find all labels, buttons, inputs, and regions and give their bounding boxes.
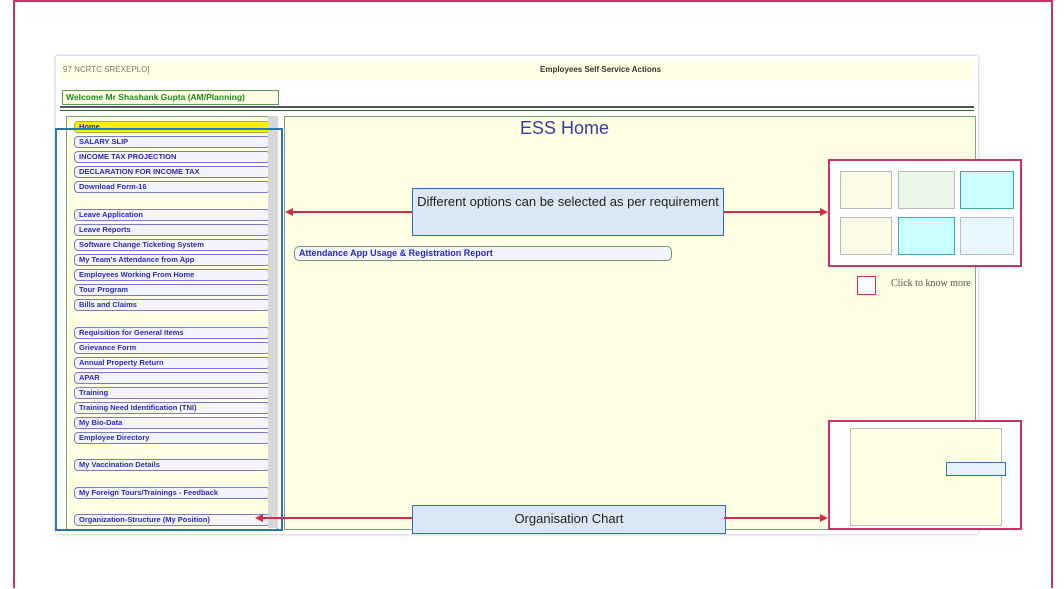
page-title: ESS Home	[520, 118, 610, 138]
click-to-know-more-label[interactable]: Click to know more	[891, 278, 971, 289]
preview-screen	[960, 171, 1014, 209]
preview-screen	[850, 428, 1002, 526]
app-title: Employees Self Service Actions	[540, 65, 662, 74]
org-chart-thumbnail[interactable]	[828, 420, 1022, 530]
arrow-head-right-icon	[820, 514, 828, 522]
preview-screen	[840, 171, 892, 209]
arrow-line	[724, 211, 820, 213]
arrow-line	[262, 517, 412, 519]
click-more-checkbox[interactable]	[857, 276, 876, 295]
arrow-line	[724, 517, 820, 519]
preview-screen	[960, 217, 1014, 255]
arrow-line	[292, 211, 412, 213]
arrow-head-left-icon	[255, 514, 263, 522]
options-callout: Different options can be selected as per…	[412, 188, 724, 236]
preview-screen	[898, 217, 955, 255]
menu-highlight-box	[55, 128, 283, 531]
divider	[60, 110, 974, 111]
welcome-banner: Welcome Mr Shashank Gupta (AM/Planning)	[62, 90, 279, 105]
arrow-head-right-icon	[820, 208, 828, 216]
preview-popup	[946, 462, 1006, 476]
system-id-text: 97 NCRTC SREXEPLO]	[63, 65, 150, 74]
divider	[60, 106, 974, 108]
attendance-report-button[interactable]: Attendance App Usage & Registration Repo…	[294, 246, 672, 261]
org-chart-callout: Organisation Chart	[412, 505, 726, 534]
preview-screen	[840, 217, 892, 255]
top-bar: 97 NCRTC SREXEPLO] Employees Self Servic…	[60, 60, 974, 80]
preview-screen	[898, 171, 955, 209]
arrow-head-left-icon	[285, 208, 293, 216]
options-preview-thumbnail[interactable]	[828, 159, 1022, 267]
